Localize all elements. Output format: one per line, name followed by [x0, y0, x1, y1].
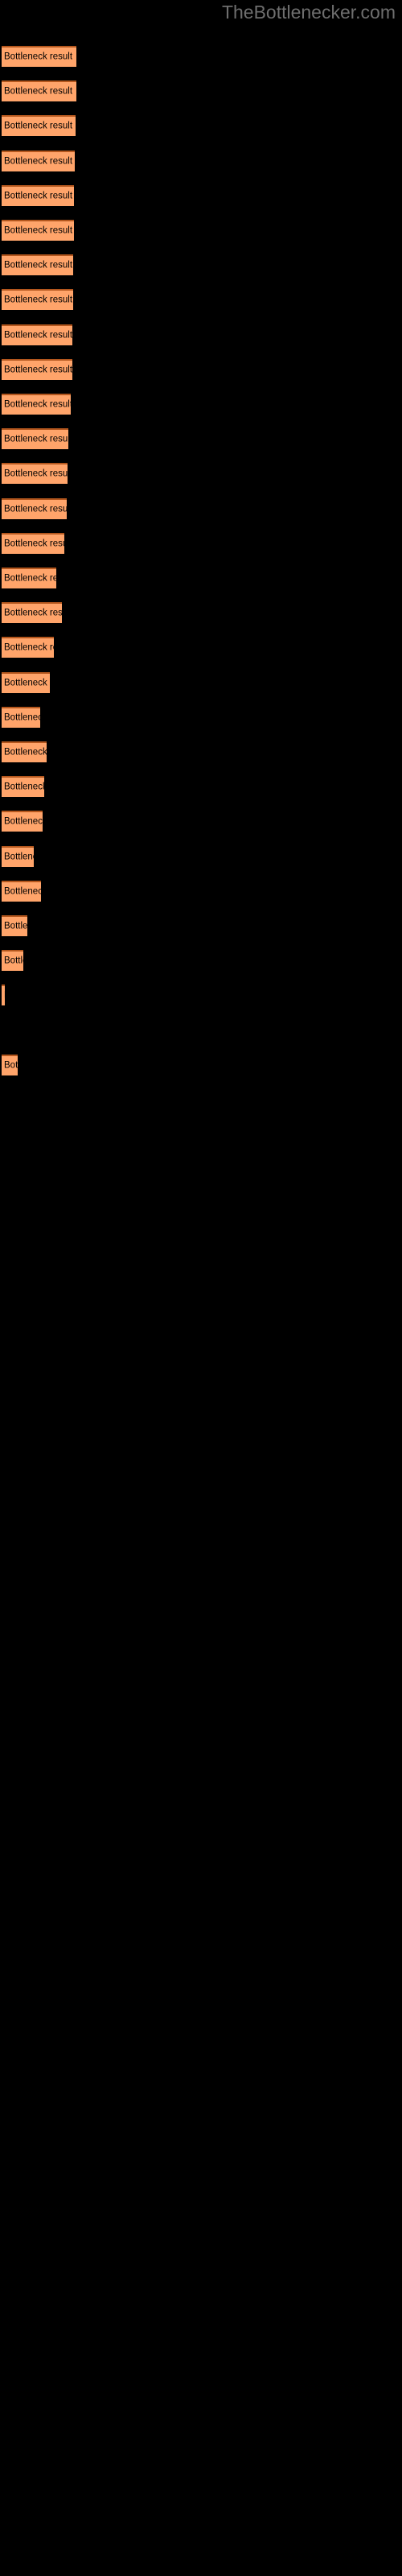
- result-bar[interactable]: Bottleneck result: [2, 463, 68, 484]
- result-bar[interactable]: Bottleneck result: [2, 950, 23, 971]
- result-bar[interactable]: Bottleneck result: [2, 185, 74, 206]
- result-bar[interactable]: Bottleneck result: [2, 324, 72, 345]
- result-bar[interactable]: Bottleneck result: [2, 568, 56, 588]
- result-bar[interactable]: Bottleneck result: [2, 637, 54, 658]
- bar-label: Bottleneck result: [4, 330, 72, 341]
- bar-row: Bottleneck result: [2, 568, 56, 588]
- bar-label: Bottleneck result: [4, 816, 43, 827]
- bar-row: Bottleneck result: [2, 394, 71, 415]
- result-bar[interactable]: Bottleneck result: [2, 672, 50, 693]
- bar-label: Bottleneck result: [4, 1060, 18, 1071]
- result-bar[interactable]: Bottleneck result: [2, 220, 74, 241]
- bar-row: Bottleneck result: [2, 324, 72, 345]
- bar-label: Bottleneck result: [4, 52, 73, 62]
- bar-row: Bottleneck result: [2, 846, 34, 867]
- bar-row: Bottleneck result: [2, 602, 62, 623]
- bottleneck-chart-page: TheBottlenecker.com Bottleneck result Bot…: [0, 0, 402, 2576]
- bar-label: Bottleneck result: [4, 852, 34, 862]
- bar-row: Bottleneck result: [2, 1055, 18, 1075]
- bar-row: Bottleneck result: [2, 637, 54, 658]
- result-bar[interactable]: Bottleneck result: [2, 533, 64, 554]
- bar-label: Bottleneck result: [4, 956, 23, 966]
- bar-row: Bottleneck result: [2, 776, 44, 797]
- bar-label: Bottleneck result: [4, 469, 68, 479]
- bar-row: Bottleneck result: [2, 463, 68, 484]
- result-bar[interactable]: Bottleneck result: [2, 498, 67, 519]
- result-bar[interactable]: Bottleneck result: [2, 151, 75, 171]
- bar-label: Bottleneck result: [4, 608, 62, 618]
- result-bar[interactable]: Bottleneck result: [2, 707, 40, 728]
- bar-row: Bottleneck result: [2, 151, 75, 171]
- result-bar[interactable]: Bottleneck result: [2, 1055, 18, 1075]
- bar-row: Bottleneck result: [2, 707, 40, 728]
- bar-label: Bottleneck result: [4, 539, 64, 549]
- bar-row: Bottleneck result: [2, 915, 27, 936]
- result-bar[interactable]: Bottleneck result: [2, 289, 73, 310]
- bar-row: Bottleneck result: [2, 46, 76, 67]
- result-bar[interactable]: Bottleneck result: [2, 881, 41, 902]
- bar-row: Bottleneck result: [2, 115, 76, 136]
- bar-label: Bottleneck result: [4, 642, 54, 653]
- bar-row: Bottleneck result: [2, 80, 76, 101]
- bar-row: Bottleneck result: [2, 811, 43, 832]
- result-bar[interactable]: Bottleneck result: [2, 741, 47, 762]
- bar-label: Bottleneck result: [4, 782, 44, 792]
- result-bar[interactable]: Bottleneck result: [2, 428, 68, 449]
- bar-label: Bottleneck result: [4, 678, 50, 688]
- result-bar[interactable]: Bottleneck result: [2, 776, 44, 797]
- result-bar[interactable]: Bottleneck result: [2, 115, 76, 136]
- bar-label: Bottleneck result: [4, 86, 73, 97]
- bar-label: Bottleneck result: [4, 712, 40, 723]
- bar-label: Bottleneck result: [4, 504, 67, 514]
- result-bar[interactable]: Bottleneck result: [2, 394, 71, 415]
- bar-label: Bottleneck result: [4, 921, 27, 931]
- bar-label: Bottleneck result: [4, 991, 5, 1001]
- result-bar[interactable]: Bottleneck result: [2, 359, 72, 380]
- result-bar[interactable]: Bottleneck result: [2, 46, 76, 67]
- horizontal-bar-chart: Bottleneck result Bottleneck result Bottle…: [0, 0, 402, 2576]
- bar-label: Bottleneck result: [4, 747, 47, 758]
- bar-row: Bottleneck result: [2, 533, 64, 554]
- bar-row: Bottleneck result: [2, 672, 50, 693]
- bar-row: Bottleneck result: [2, 985, 5, 1005]
- bar-row: Bottleneck result: [2, 220, 74, 241]
- bar-label: Bottleneck result: [4, 573, 56, 584]
- bar-row: Bottleneck result: [2, 359, 72, 380]
- result-bar[interactable]: Bottleneck result: [2, 602, 62, 623]
- bar-label: Bottleneck result: [4, 434, 68, 444]
- bar-label: Bottleneck result: [4, 295, 73, 305]
- result-bar[interactable]: Bottleneck result: [2, 846, 34, 867]
- bar-label: Bottleneck result: [4, 260, 73, 270]
- bar-label: Bottleneck result: [4, 121, 73, 131]
- bar-row: Bottleneck result: [2, 289, 73, 310]
- result-bar[interactable]: Bottleneck result: [2, 915, 27, 936]
- bar-row: Bottleneck result: [2, 428, 68, 449]
- bar-row: Bottleneck result: [2, 881, 41, 902]
- bar-label: Bottleneck result: [4, 191, 73, 201]
- bar-row: Bottleneck result: [2, 185, 74, 206]
- bar-row: Bottleneck result: [2, 950, 23, 971]
- bar-row: Bottleneck result: [2, 741, 47, 762]
- result-bar[interactable]: Bottleneck result: [2, 80, 76, 101]
- result-bar[interactable]: Bottleneck result: [2, 985, 5, 1005]
- bar-label: Bottleneck result: [4, 365, 72, 375]
- bar-label: Bottleneck result: [4, 399, 71, 410]
- bar-row: Bottleneck result: [2, 498, 67, 519]
- bar-label: Bottleneck result: [4, 886, 41, 897]
- bar-label: Bottleneck result: [4, 225, 73, 236]
- bar-row: Bottleneck result: [2, 254, 73, 275]
- result-bar[interactable]: Bottleneck result: [2, 254, 73, 275]
- bar-label: Bottleneck result: [4, 156, 73, 167]
- result-bar[interactable]: Bottleneck result: [2, 811, 43, 832]
